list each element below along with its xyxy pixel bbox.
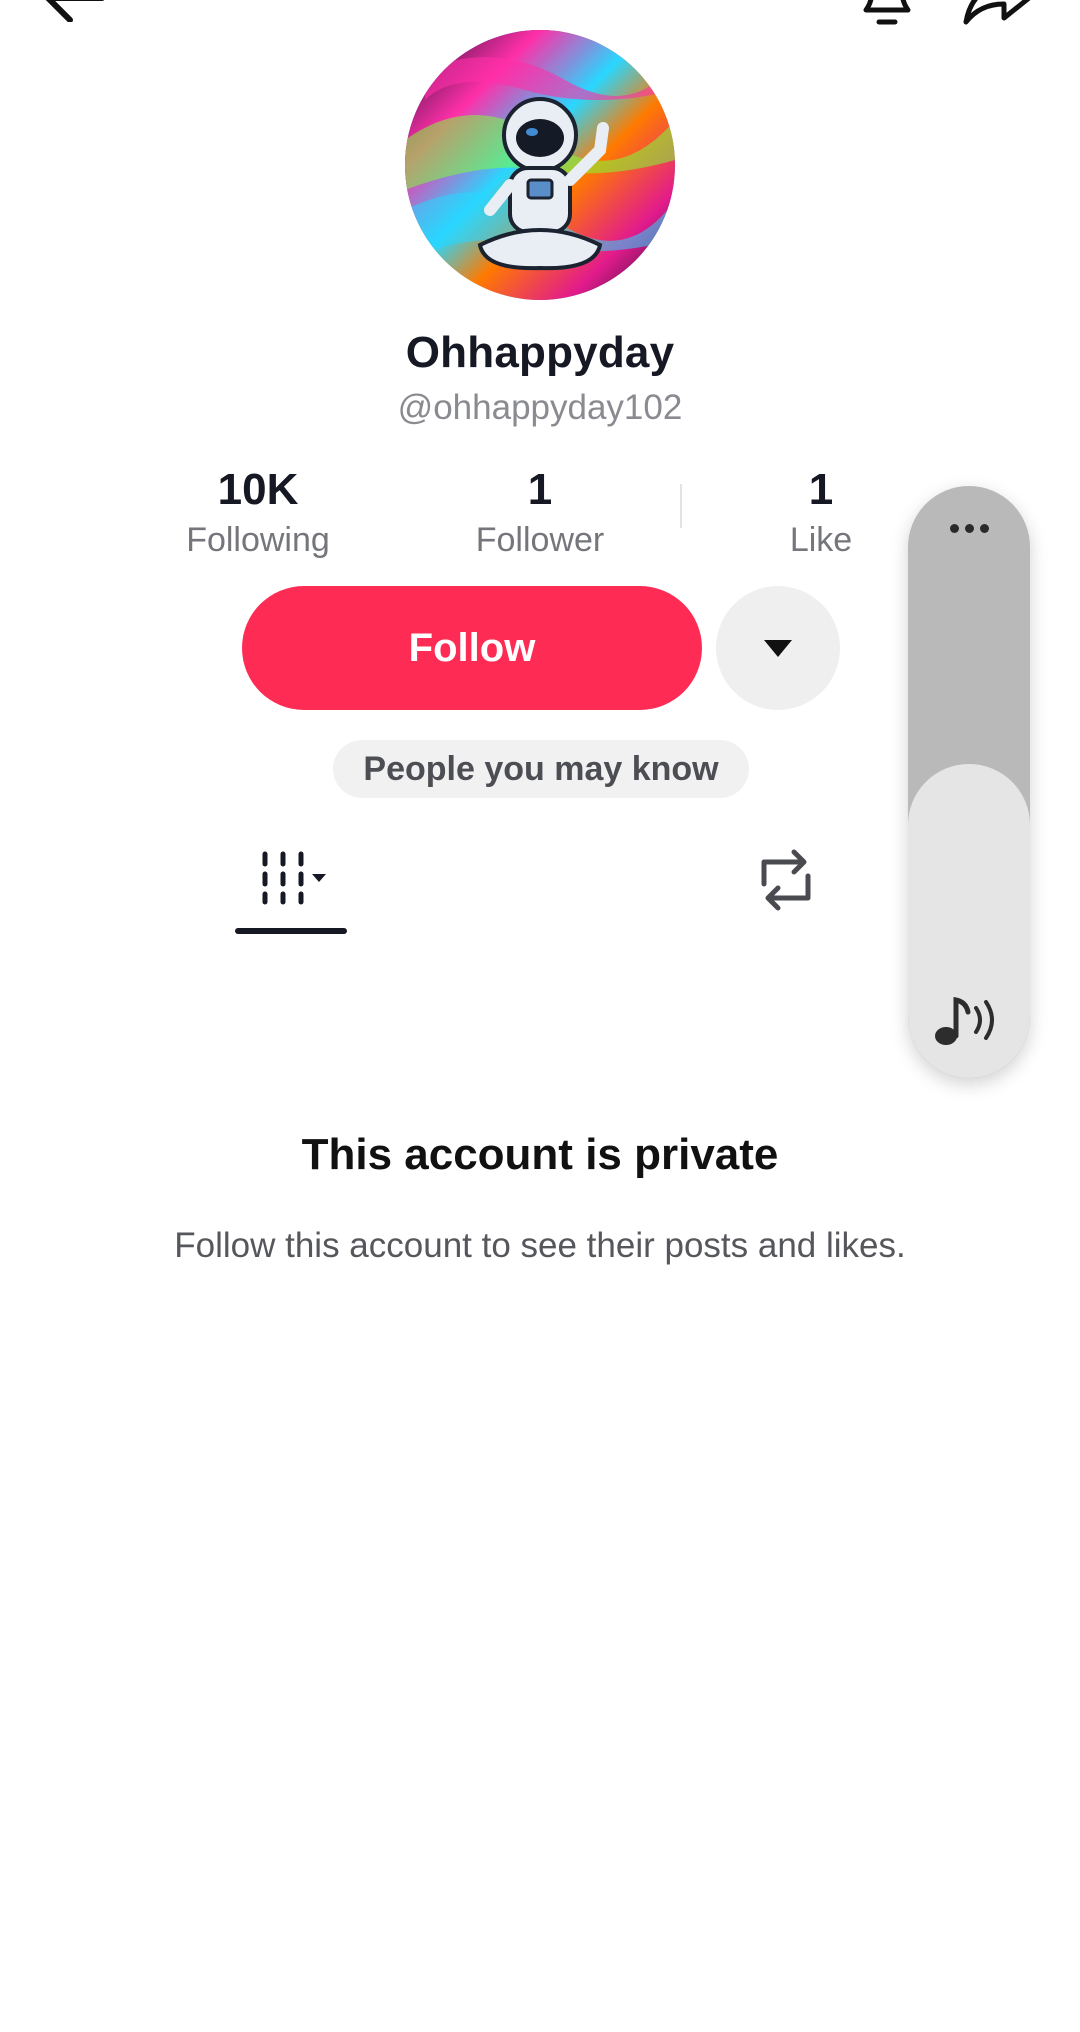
astronaut-avatar (405, 30, 675, 300)
stat-value: 10K (217, 465, 299, 514)
tab-reposts[interactable] (750, 844, 822, 916)
floating-side-panel[interactable] (908, 486, 1030, 1078)
stat-label: Following (186, 521, 330, 559)
private-account-title: This account is private (301, 1130, 779, 1179)
stat-value: 1 (808, 465, 834, 514)
tab-videos[interactable] (235, 840, 347, 930)
share-icon (963, 0, 1031, 25)
profile-avatar[interactable] (405, 30, 675, 300)
music-volume-icon[interactable] (932, 990, 1006, 1050)
stat-followers[interactable]: 1 Follower (410, 462, 670, 562)
stat-following[interactable]: 10K Following (128, 462, 388, 562)
notification-button[interactable] (852, 0, 922, 30)
private-account-subtitle: Follow this account to see their posts a… (174, 1226, 906, 1265)
stat-value: 1 (527, 465, 553, 514)
people-you-may-know-chip[interactable]: People you may know (333, 740, 749, 798)
display-name: Ohhappyday (405, 328, 675, 377)
stat-label: Follower (475, 521, 605, 559)
caret-down-icon (764, 639, 792, 657)
repost-icon (761, 849, 811, 911)
active-tab-indicator (235, 928, 347, 934)
suggested-accounts-button[interactable] (716, 586, 840, 710)
videos-grid-icon (262, 851, 326, 905)
username: @ohhappyday102 (397, 388, 683, 427)
share-button[interactable] (960, 0, 1040, 28)
bell-icon (863, 0, 911, 25)
follow-button[interactable]: Follow (242, 586, 702, 710)
more-dots-icon[interactable] (908, 520, 1030, 538)
back-button[interactable] (40, 0, 110, 22)
back-arrow-icon (45, 0, 105, 22)
stat-divider (680, 484, 682, 528)
